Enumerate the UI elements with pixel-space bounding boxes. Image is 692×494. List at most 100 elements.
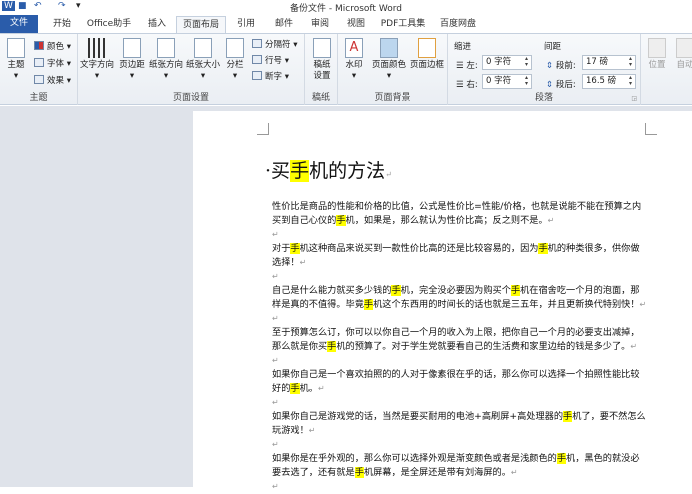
group-label-theme: 主题 (29, 93, 48, 103)
orientation-button[interactable]: 纸张方向 ▾ (148, 38, 184, 82)
text-char: 必 (575, 327, 585, 338)
text-char: 是 (455, 243, 465, 254)
text-char: 游 (327, 411, 337, 422)
text-char: 对 (272, 243, 282, 254)
text-char: 高 (481, 411, 492, 422)
manuscript-settings-button[interactable]: 稿纸 设置 (308, 38, 336, 82)
text-char: 能 (611, 369, 622, 380)
text-char: 全 (428, 285, 438, 296)
tab-review[interactable]: 审阅 (304, 16, 336, 33)
text-char: 己 (308, 411, 318, 422)
text-direction-button[interactable]: 文字方向 ▾ (80, 38, 114, 82)
paragraph-mark: ↵ (510, 468, 518, 477)
text-line: 买到自己心仪的手机，如果是，那么就认为性价比高；反之则不是。↵ (272, 214, 652, 228)
wrap-text-button[interactable]: 自动 (673, 38, 692, 71)
text-char: 机 (520, 285, 530, 296)
tab-office-assistant[interactable]: Office助手 (84, 16, 134, 33)
text-char: 戏 (336, 411, 346, 422)
text-char: 电 (455, 411, 465, 422)
text-char: 。 (308, 383, 318, 394)
text-char: 心 (308, 215, 318, 226)
text-char: 钱 (575, 341, 585, 352)
text-char: 边 (547, 341, 557, 352)
text-char: 价 (363, 201, 374, 212)
text-char: 果 (281, 453, 291, 464)
text-char: 的 (566, 341, 576, 352)
text-char: 话 (474, 299, 484, 310)
tab-insert[interactable]: 插入 (140, 16, 174, 33)
spacing-after-input[interactable]: 16.5 磅 ▴ ▾ (582, 74, 636, 89)
text-char: 品 (336, 243, 346, 254)
colors-button[interactable]: 颜色 ▾ (34, 40, 71, 52)
line-numbers-button[interactable]: 行号 ▾ (252, 54, 289, 66)
tab-references[interactable]: 引用 (230, 16, 262, 33)
text-char: 很 (446, 369, 456, 380)
text-char: 果 (281, 411, 291, 422)
text-char: 机 (400, 285, 410, 296)
text-char: 能 (317, 285, 328, 296)
document-page[interactable]: ·买手机的方法↵ 性价比是商品的性能和价格的比值，公式是性价比=性能/价格，也就… (193, 111, 692, 491)
text-char: 。 (621, 341, 631, 352)
spacing-before-input[interactable]: 17 磅 ▴ ▾ (582, 55, 636, 70)
text-char: 比 (464, 201, 475, 212)
text-char: 选 (272, 257, 282, 268)
indent-left-input[interactable]: 0 字符 ▴ ▾ (482, 55, 532, 70)
text-char: 一 (566, 285, 576, 296)
tab-view[interactable]: 视图 (340, 16, 372, 33)
document-body: 性价比是商品的性能和价格的比值，公式是性价比=性能/价格，也就是说能不能在预算之… (272, 200, 652, 494)
columns-button[interactable]: 分栏 ▾ (224, 38, 246, 82)
fonts-button[interactable]: 字体 ▾ (34, 57, 71, 69)
margins-button[interactable]: 页边距 ▾ (116, 38, 148, 82)
effects-button[interactable]: 效果 ▾ (34, 74, 71, 86)
text-char: 比 (464, 243, 475, 254)
text-char: 黑 (584, 453, 594, 464)
page-borders-button[interactable]: 页面边框 (408, 38, 446, 71)
position-button[interactable]: 位置 (645, 38, 669, 71)
tab-file[interactable]: 文件 (0, 15, 38, 33)
text-char: 和 (520, 341, 530, 352)
text-char: 机 (336, 341, 346, 352)
text-char: 那 (272, 341, 282, 352)
text-char: 还 (428, 467, 438, 478)
text-char: 性 (272, 201, 282, 212)
text-char: 生 (419, 341, 429, 352)
tab-baidu-netdisk[interactable]: 百度网盘 (436, 16, 480, 33)
indent-right-label: ☰ 右: (456, 80, 478, 90)
text-char: 自 (464, 341, 475, 352)
text-char: 品 (317, 201, 328, 212)
tab-mailings[interactable]: 邮件 (268, 16, 300, 33)
text-char: 并 (547, 299, 557, 310)
watermark-button[interactable]: A 水印 ▾ (341, 38, 367, 82)
text-char: 较 (630, 369, 640, 380)
text-char: 的 (483, 341, 493, 352)
page-color-button[interactable]: 页面颜色 ▾ (370, 38, 408, 82)
text-char: 来 (345, 243, 355, 254)
tab-pdf-tools[interactable]: PDF工具集 (378, 16, 428, 33)
paragraph-dialog-launcher-icon[interactable]: ◲ (631, 95, 637, 102)
text-char: 算 (363, 341, 374, 352)
tab-page-layout[interactable]: 页面布局 (176, 16, 226, 33)
text-char: 就 (419, 215, 429, 226)
text-char: 能 (345, 201, 355, 212)
indent-right-input[interactable]: 0 字符 ▴ ▾ (482, 74, 532, 89)
text-char: 就 (611, 453, 622, 464)
breaks-button[interactable]: 分隔符 ▾ (252, 38, 297, 50)
text-char: ， (336, 327, 346, 338)
text-char: 可 (354, 327, 364, 338)
text-char: 话 (363, 411, 374, 422)
text-char: 一 (566, 369, 576, 380)
text-char: 全 (409, 467, 419, 478)
highlighted-text: 手 (391, 285, 401, 296)
text-char: 以 (373, 327, 383, 338)
text-char: 如 (272, 453, 282, 464)
size-button[interactable]: 纸张大小 ▾ (184, 38, 222, 82)
text-char: 人 (400, 369, 410, 380)
text-char: + (509, 411, 518, 422)
text-char: 不 (576, 201, 586, 212)
text-char: 预 (290, 327, 300, 338)
text-char: 要 (272, 467, 282, 478)
tab-home[interactable]: 开始 (44, 16, 80, 33)
group-label-page-setup: 页面设置 (172, 93, 209, 103)
hyphenation-button[interactable]: 断字 ▾ (252, 70, 289, 82)
theme-button[interactable]: 主题 ▾ (3, 38, 29, 82)
